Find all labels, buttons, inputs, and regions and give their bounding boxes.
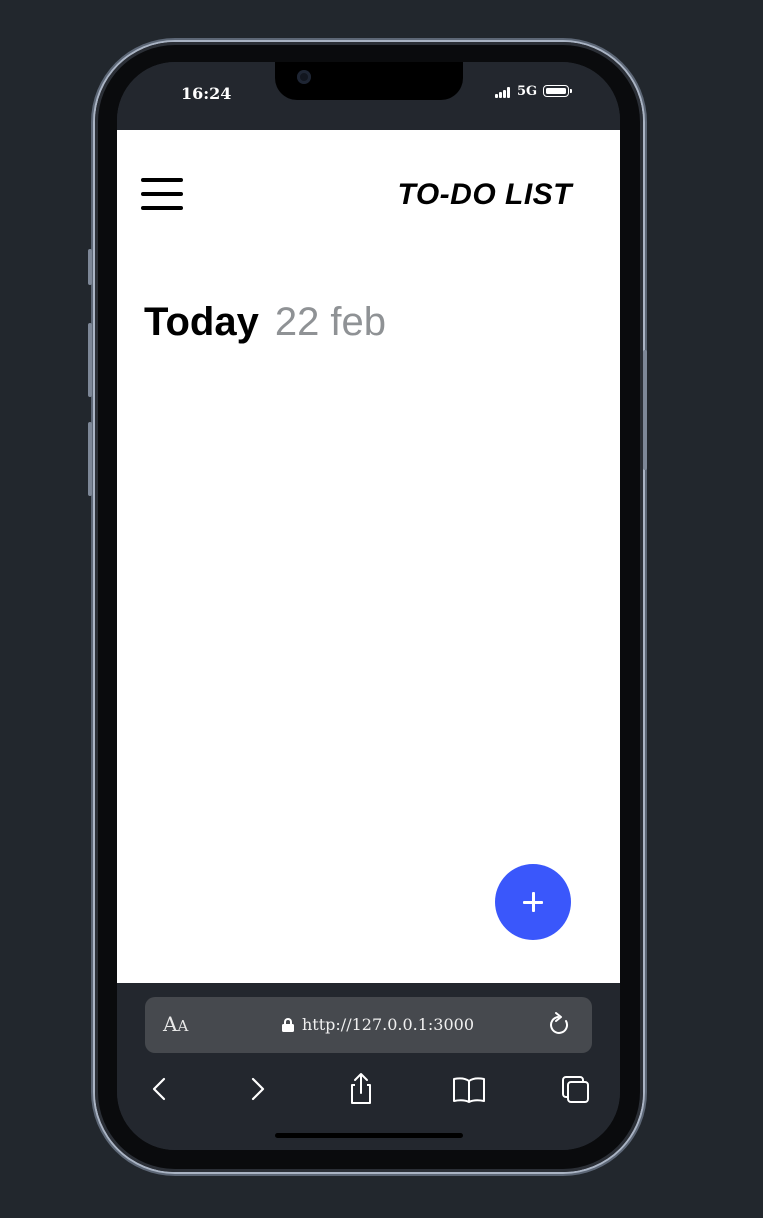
phone-screen: 16:24 5G TO-DO LIST Today 22 feb AA http:… bbox=[117, 62, 620, 1150]
share-icon[interactable] bbox=[343, 1071, 379, 1107]
chevron-left-icon[interactable] bbox=[142, 1071, 178, 1107]
camera-icon bbox=[297, 70, 311, 84]
volume-down-button bbox=[88, 422, 92, 496]
silent-switch bbox=[88, 249, 92, 285]
app-title: TO-DO LIST bbox=[397, 178, 572, 211]
battery-icon bbox=[543, 85, 572, 97]
day-heading: Today 22 feb bbox=[144, 300, 386, 345]
status-time: 16:24 bbox=[181, 84, 232, 103]
chevron-right-icon[interactable] bbox=[239, 1071, 275, 1107]
text-size-button[interactable]: AA bbox=[163, 1012, 188, 1036]
url-text: http://127.0.0.1:3000 bbox=[302, 1015, 475, 1034]
home-indicator bbox=[275, 1133, 463, 1138]
signal-icon bbox=[495, 87, 513, 98]
notch bbox=[275, 62, 463, 100]
plus-icon bbox=[523, 892, 543, 912]
browser-bar: AA http://127.0.0.1:3000 bbox=[117, 983, 620, 1150]
book-icon[interactable] bbox=[451, 1071, 487, 1107]
status-bar: 16:24 5G bbox=[117, 62, 620, 130]
network-label: 5G bbox=[517, 84, 538, 99]
date-label: 22 feb bbox=[274, 300, 387, 344]
tabs-icon[interactable] bbox=[557, 1071, 593, 1107]
lock-icon bbox=[282, 1018, 294, 1032]
power-button bbox=[643, 350, 647, 470]
volume-up-button bbox=[88, 323, 92, 397]
add-task-button[interactable] bbox=[495, 864, 571, 940]
today-label: Today bbox=[144, 300, 259, 344]
browser-toolbar bbox=[117, 1065, 620, 1113]
hamburger-menu-icon[interactable] bbox=[141, 176, 183, 212]
reload-icon[interactable] bbox=[547, 1011, 573, 1039]
app-content: TO-DO LIST Today 22 feb bbox=[117, 130, 620, 983]
address-bar[interactable]: AA http://127.0.0.1:3000 bbox=[145, 997, 592, 1053]
